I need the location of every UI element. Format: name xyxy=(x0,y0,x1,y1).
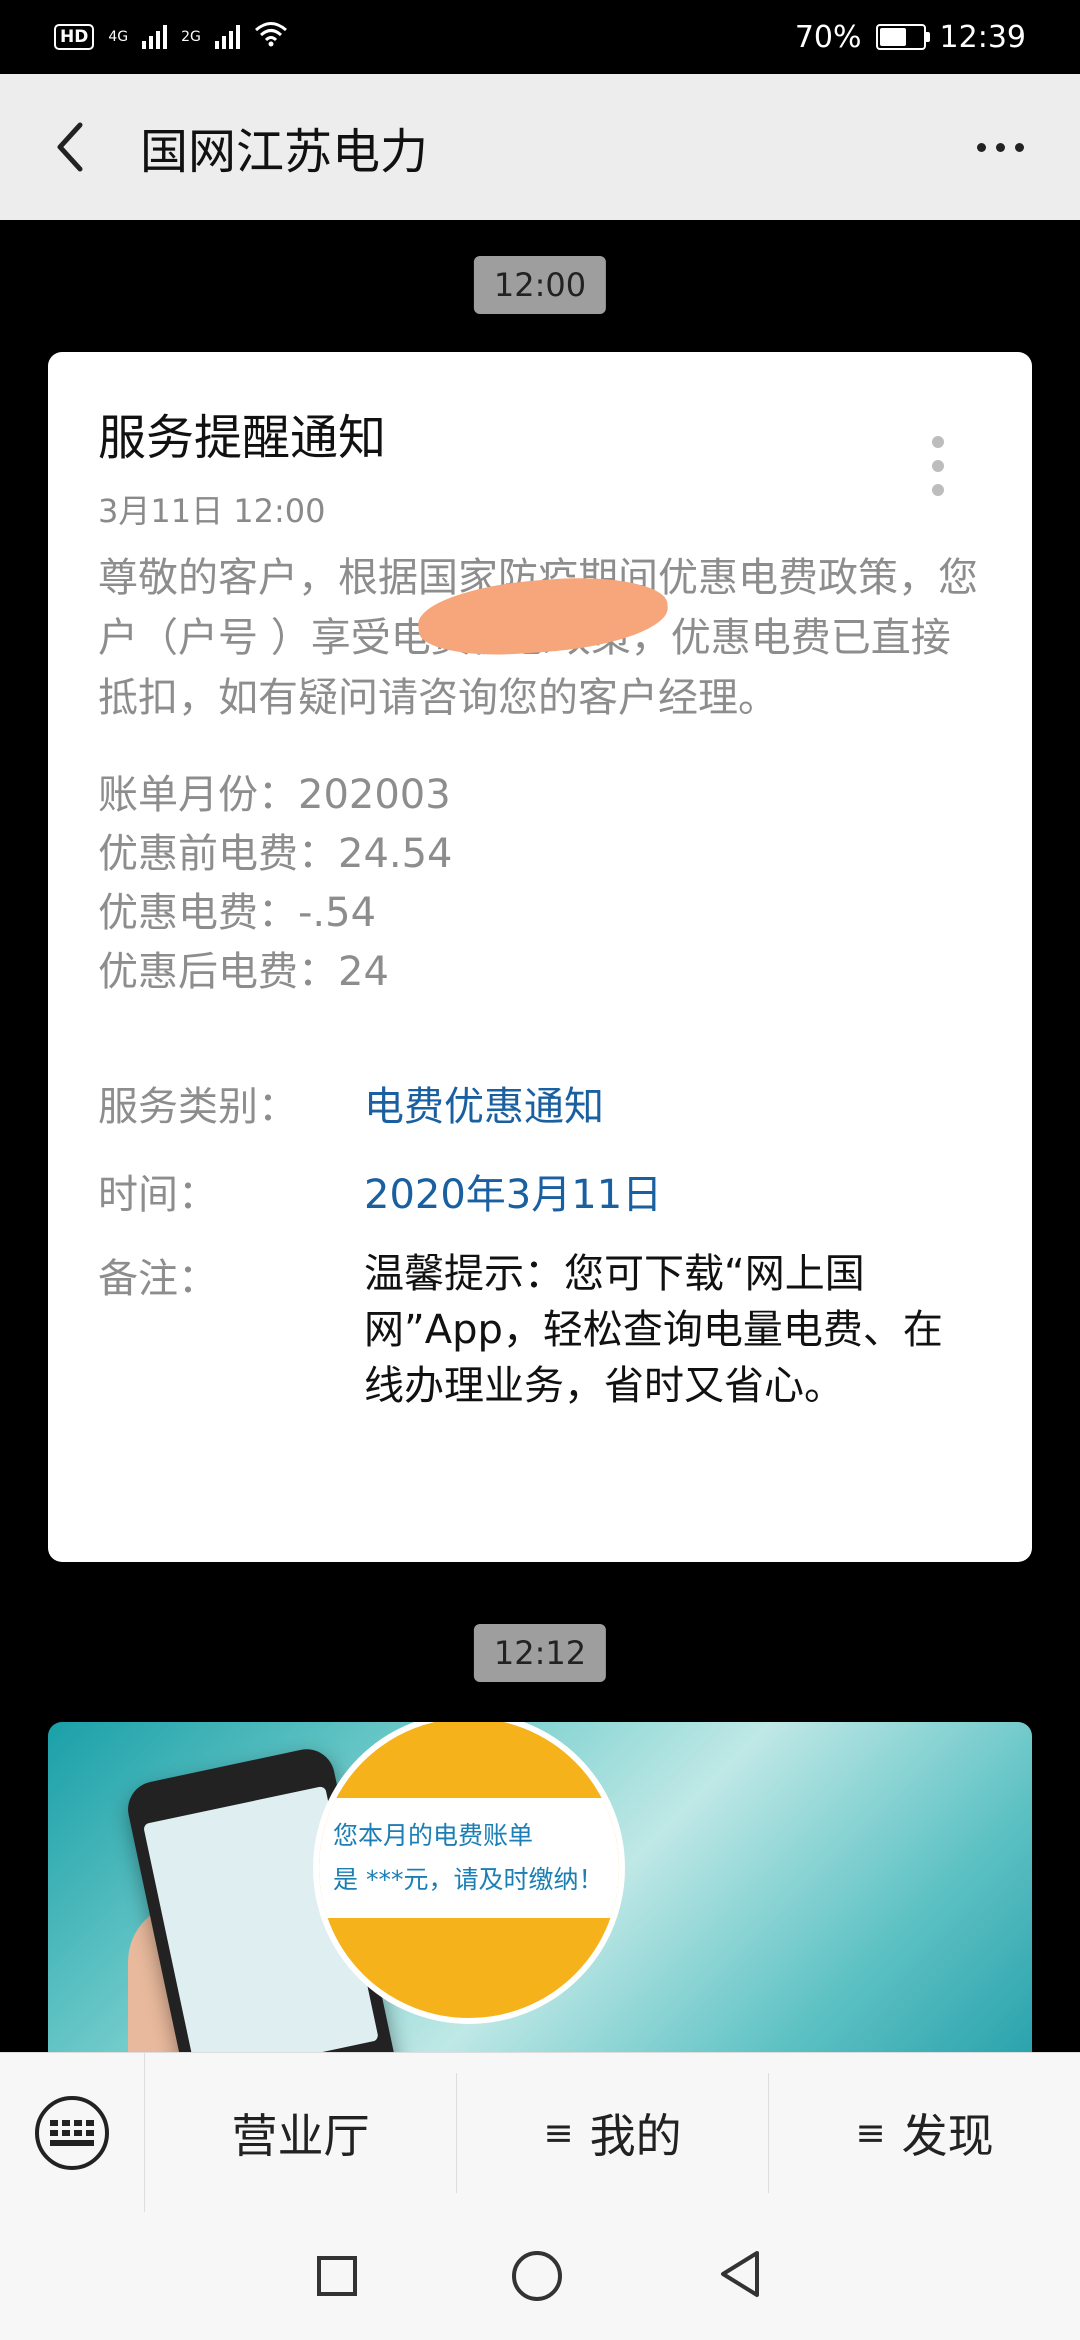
bill-details: 账单月份：202003 优惠前电费：24.54 优惠电费：-.54 优惠后电费：… xyxy=(98,766,982,1002)
service-notice-card[interactable]: 服务提醒通知 3月11日 12:00 尊敬的客户，根据国家防疫期间优惠电费政策，… xyxy=(48,352,1032,1562)
menu-lines-icon: ≡ xyxy=(855,2112,886,2154)
message-timestamp: 12:12 xyxy=(473,1624,607,1682)
bottom-menu: 营业厅 ≡ 我的 ≡ 发现 xyxy=(0,2052,1080,2213)
field-value: 电费优惠通知 xyxy=(364,1084,604,1130)
menu-label: 营业厅 xyxy=(231,2109,370,2163)
fee-after-discount: 优惠后电费：24 xyxy=(98,949,389,995)
page-title: 国网江苏电力 xyxy=(140,124,429,180)
field-remark: 备注： 温馨提示：您可下载“网上国网”App，轻松查询电量电费、在线办理业务，省… xyxy=(98,1246,982,1414)
field-value: 2020年3月11日 xyxy=(364,1172,663,1218)
field-label: 时间： xyxy=(98,1172,218,1218)
card-date: 3月11日 12:00 xyxy=(98,492,326,530)
menu-label: 发现 xyxy=(901,2109,994,2163)
home-circle-icon[interactable] xyxy=(511,2251,562,2301)
wifi-icon xyxy=(254,20,288,55)
title-bar: 国网江苏电力 xyxy=(0,74,1080,220)
status-right: 70% 12:39 xyxy=(795,20,1026,55)
back-arrow-icon xyxy=(57,122,83,172)
menu-mine[interactable]: ≡ 我的 xyxy=(457,2073,769,2193)
kebab-icon xyxy=(932,436,944,448)
discount-fee: 优惠电费：-.54 xyxy=(98,890,377,936)
signal-icon-2 xyxy=(214,25,240,49)
field-time: 时间： 2020年3月11日 xyxy=(98,1162,982,1220)
more-button[interactable] xyxy=(960,107,1040,187)
message-timestamp: 12:00 xyxy=(473,256,607,314)
banner-badge: 您本月的电费账单 是 ***元，请及时缴纳！ xyxy=(313,1722,625,2024)
network-4g-label: 4G xyxy=(108,29,129,45)
hd-icon: HD xyxy=(54,24,95,50)
card-menu-button[interactable] xyxy=(932,436,944,496)
back-triangle-icon[interactable] xyxy=(717,2249,763,2303)
bill-banner-image[interactable]: 您本月的电费账单 是 ***元，请及时缴纳！ xyxy=(48,1722,1032,2054)
field-value: 温馨提示：您可下载“网上国网”App，轻松查询电量电费、在线办理业务，省时又省心… xyxy=(364,1251,943,1409)
menu-business-hall[interactable]: 营业厅 xyxy=(145,2073,457,2193)
menu-discover[interactable]: ≡ 发现 xyxy=(769,2073,1080,2193)
network-2g-label: 2G xyxy=(181,29,201,45)
keyboard-toggle-button[interactable] xyxy=(0,2053,145,2213)
field-label: 备注： xyxy=(98,1256,218,1302)
clock: 12:39 xyxy=(939,19,1026,55)
battery-percent: 70% xyxy=(794,19,862,55)
signal-icon xyxy=(142,25,168,49)
battery-icon xyxy=(875,24,930,50)
card-title: 服务提醒通知 xyxy=(98,410,387,466)
back-button[interactable] xyxy=(40,107,100,187)
field-service-type: 服务类别： 电费优惠通知 xyxy=(98,1074,982,1132)
keyboard-icon xyxy=(35,2096,109,2170)
more-icon xyxy=(976,142,986,152)
menu-label: 我的 xyxy=(589,2109,682,2163)
status-bar: HD 4G 2G 70% 12:39 xyxy=(0,0,1080,74)
banner-text-line1: 您本月的电费账单 xyxy=(333,1821,534,1850)
square-icon[interactable] xyxy=(317,2256,358,2296)
menu-lines-icon: ≡ xyxy=(543,2112,574,2154)
banner-text-line2: 是 ***元，请及时缴纳！ xyxy=(333,1865,604,1894)
fee-before-discount: 优惠前电费：24.54 xyxy=(98,831,453,877)
system-navigation xyxy=(0,2212,1080,2340)
bill-month: 账单月份：202003 xyxy=(98,772,451,818)
field-label: 服务类别： xyxy=(98,1084,298,1130)
status-left: HD 4G 2G xyxy=(54,20,288,55)
